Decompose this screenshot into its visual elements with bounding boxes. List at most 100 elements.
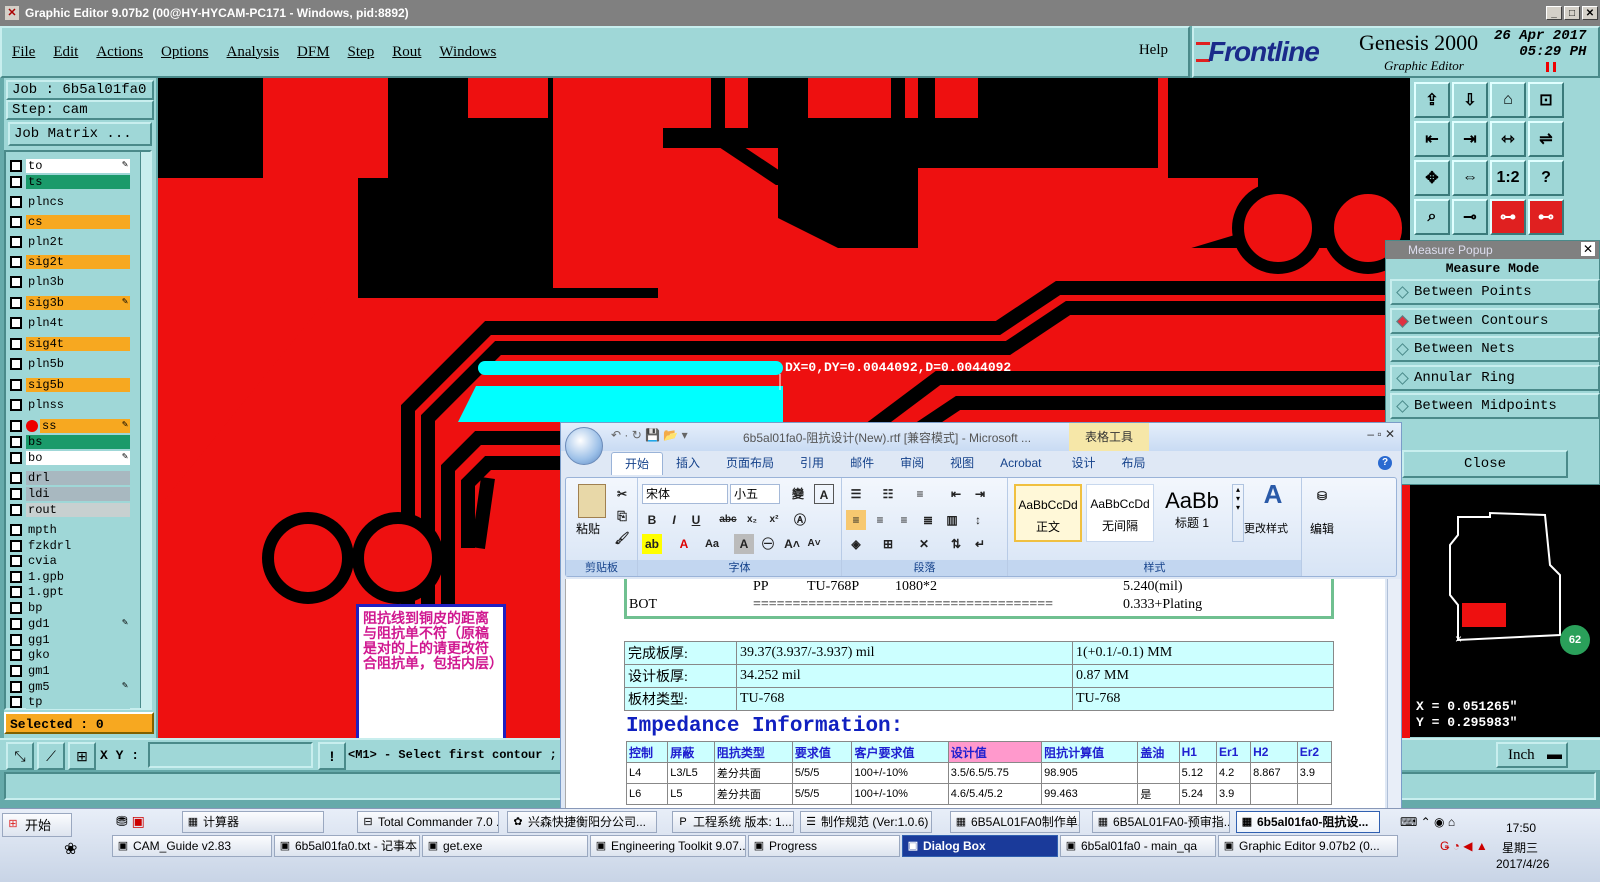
layer-name[interactable]: gm1 <box>26 664 130 678</box>
layer-name[interactable]: gko <box>26 648 130 662</box>
style-heading-1[interactable]: AaBb 标题 1 <box>1158 484 1226 542</box>
layer-name[interactable]: to ✎ <box>26 159 130 173</box>
taskbar-item-bottom-4[interactable]: ▣ Progress <box>748 835 900 857</box>
layer-row-to[interactable]: to ✎ <box>10 158 130 174</box>
taskbar-item-top-4[interactable]: ☰ 制作规范 (Ver:1.0.6) <box>800 811 932 833</box>
layer-name[interactable]: sig5b <box>26 378 130 392</box>
layer-row-drl[interactable]: drl <box>10 470 130 486</box>
layer-checkbox[interactable] <box>10 696 22 708</box>
menu-file[interactable]: File <box>12 44 35 61</box>
layer-checkbox[interactable] <box>10 524 22 536</box>
help-icon[interactable]: ? <box>1528 160 1564 196</box>
find-icon[interactable]: ⛁ <box>1312 486 1332 506</box>
zoom-back-icon[interactable]: ⇩ <box>1452 82 1488 118</box>
layer-name[interactable]: plnss <box>26 398 130 412</box>
layer-name[interactable]: pln4t <box>26 316 130 330</box>
help-icon[interactable]: ? <box>1378 456 1392 470</box>
layer-row-gm1[interactable]: gm1 <box>10 663 130 679</box>
font-color-icon[interactable]: A <box>674 534 694 554</box>
layer-checkbox[interactable] <box>10 399 22 411</box>
word-window-controls[interactable]: – ▫ ✕ <box>1367 427 1395 441</box>
clear-format-icon[interactable]: Ⓐ <box>790 510 810 530</box>
layer-name[interactable]: drl <box>26 471 130 485</box>
layer-checkbox[interactable] <box>10 338 22 350</box>
align-right-icon[interactable]: ≡ <box>894 510 914 530</box>
xy-input[interactable] <box>148 742 313 768</box>
document-scrollbar[interactable] <box>1387 579 1401 809</box>
grid-toggle-icon[interactable]: ⊞ <box>68 742 96 770</box>
sort-icon[interactable]: ⇅ <box>946 534 966 554</box>
copy-icon[interactable]: ⎘ <box>612 506 632 526</box>
layer-row-bp[interactable]: bp <box>10 600 130 616</box>
measure-icon[interactable]: ⟋ <box>37 742 65 770</box>
layer-checkbox[interactable] <box>10 649 22 661</box>
menu-rout[interactable]: Rout <box>392 44 421 61</box>
pan-icon[interactable]: ✥ <box>1414 160 1450 196</box>
filter-icon[interactable]: ⌕ <box>1414 199 1450 235</box>
menu-edit[interactable]: Edit <box>53 44 78 61</box>
subscript-icon[interactable]: x₂ <box>742 510 762 530</box>
layer-name[interactable]: ss ✎ <box>40 419 130 433</box>
layer-row-ldi[interactable]: ldi <box>10 486 130 502</box>
char-border-icon[interactable]: A <box>814 484 834 504</box>
ribbon-tab-2[interactable]: 页面布局 <box>713 452 787 474</box>
layer-checkbox[interactable] <box>10 276 22 288</box>
taskbar-item-bottom-7[interactable]: ▣ Graphic Editor 9.07b2 (0... <box>1218 835 1398 857</box>
justify-icon[interactable]: ≣ <box>918 510 938 530</box>
layer-row-ss[interactable]: ss ✎ <box>10 418 130 434</box>
underline-icon[interactable]: U <box>686 510 706 530</box>
taskbar-item-bottom-5[interactable]: ▣ Dialog Box <box>902 835 1058 857</box>
layer-row-plncs[interactable]: plncs <box>10 194 130 210</box>
layer-checkbox[interactable] <box>10 665 22 677</box>
layer-list-scrollbar[interactable] <box>140 152 150 708</box>
layer-row-plnss[interactable]: plnss <box>10 397 130 413</box>
superscript-icon[interactable]: x² <box>764 510 784 530</box>
layer-name[interactable]: bp <box>26 601 130 615</box>
layer-checkbox[interactable] <box>10 436 22 448</box>
shrink-font-icon[interactable]: A˅ <box>804 534 824 554</box>
align-center-icon[interactable]: ≡ <box>870 510 890 530</box>
layer-checkbox[interactable] <box>10 216 22 228</box>
layer-row-sig3b[interactable]: sig3b ✎ <box>10 295 130 311</box>
layer-row-tp[interactable]: tp <box>10 694 130 710</box>
taskbar-item-bottom-0[interactable]: ▣ CAM_Guide v2.83 <box>112 835 272 857</box>
decrease-indent-icon[interactable]: ⇤ <box>946 484 966 504</box>
layer-name[interactable]: 1.gpb <box>26 570 130 584</box>
enclose-char-icon[interactable]: ㊀ <box>758 534 778 554</box>
grid-icon[interactable]: ⊡ <box>1528 82 1564 118</box>
layer-name[interactable]: plncs <box>26 195 130 209</box>
layer-row-cvia[interactable]: cvia <box>10 553 130 569</box>
layer-red-icon[interactable]: ⊶ <box>1490 199 1526 235</box>
strikethrough-icon[interactable]: abc <box>718 510 738 530</box>
layer-checkbox[interactable] <box>10 420 22 432</box>
phonetic-icon[interactable]: 變 <box>788 484 808 504</box>
layer-row-pln5b[interactable]: pln5b <box>10 356 130 372</box>
edit-label[interactable]: 编辑 <box>1310 520 1334 537</box>
zoom-area-icon[interactable]: ⤡ <box>6 742 34 770</box>
taskbar-item-top-7[interactable]: ▦ 6b5al01fa0-阻抗设... <box>1236 811 1380 833</box>
layer-row-mpth[interactable]: mpth <box>10 522 130 538</box>
job-matrix-button[interactable]: Job Matrix ... <box>8 122 152 146</box>
menu-options[interactable]: Options <box>161 44 209 61</box>
highlight-icon[interactable]: ab <box>642 534 662 554</box>
quick-launch[interactable]: ⛃ ▣ <box>116 813 178 835</box>
measure-close-button[interactable]: Close <box>1402 450 1568 478</box>
layer-checkbox[interactable] <box>10 571 22 583</box>
layer-row-pln2t[interactable]: pln2t <box>10 234 130 250</box>
taskbar-item-top-3[interactable]: P 工程系统 版本: 1.... <box>672 811 794 833</box>
paste-label[interactable]: 粘贴 <box>576 520 600 537</box>
layer-row-gg1[interactable]: gg1 <box>10 632 130 648</box>
ribbon-tab-7[interactable]: Acrobat <box>987 452 1054 474</box>
menu-actions[interactable]: Actions <box>96 44 143 61</box>
measure-close-icon[interactable]: ✕ <box>1581 242 1595 256</box>
layer-name[interactable]: mpth <box>26 523 130 537</box>
layer-name[interactable]: fzkdrl <box>26 539 130 553</box>
style-no-spacing[interactable]: AaBbCcDd 无间隔 <box>1086 484 1154 542</box>
one-to-one-icon[interactable]: 1:2 <box>1490 160 1526 196</box>
distribute-icon[interactable]: ▥ <box>942 510 962 530</box>
overview-map[interactable]: × 62 <box>1410 485 1600 695</box>
layer-name[interactable]: bs <box>26 435 130 449</box>
font-size-select[interactable]: 小五 <box>730 484 780 504</box>
font-name-select[interactable]: 宋体 <box>642 484 728 504</box>
multilevel-list-icon[interactable]: ≡ <box>910 484 930 504</box>
